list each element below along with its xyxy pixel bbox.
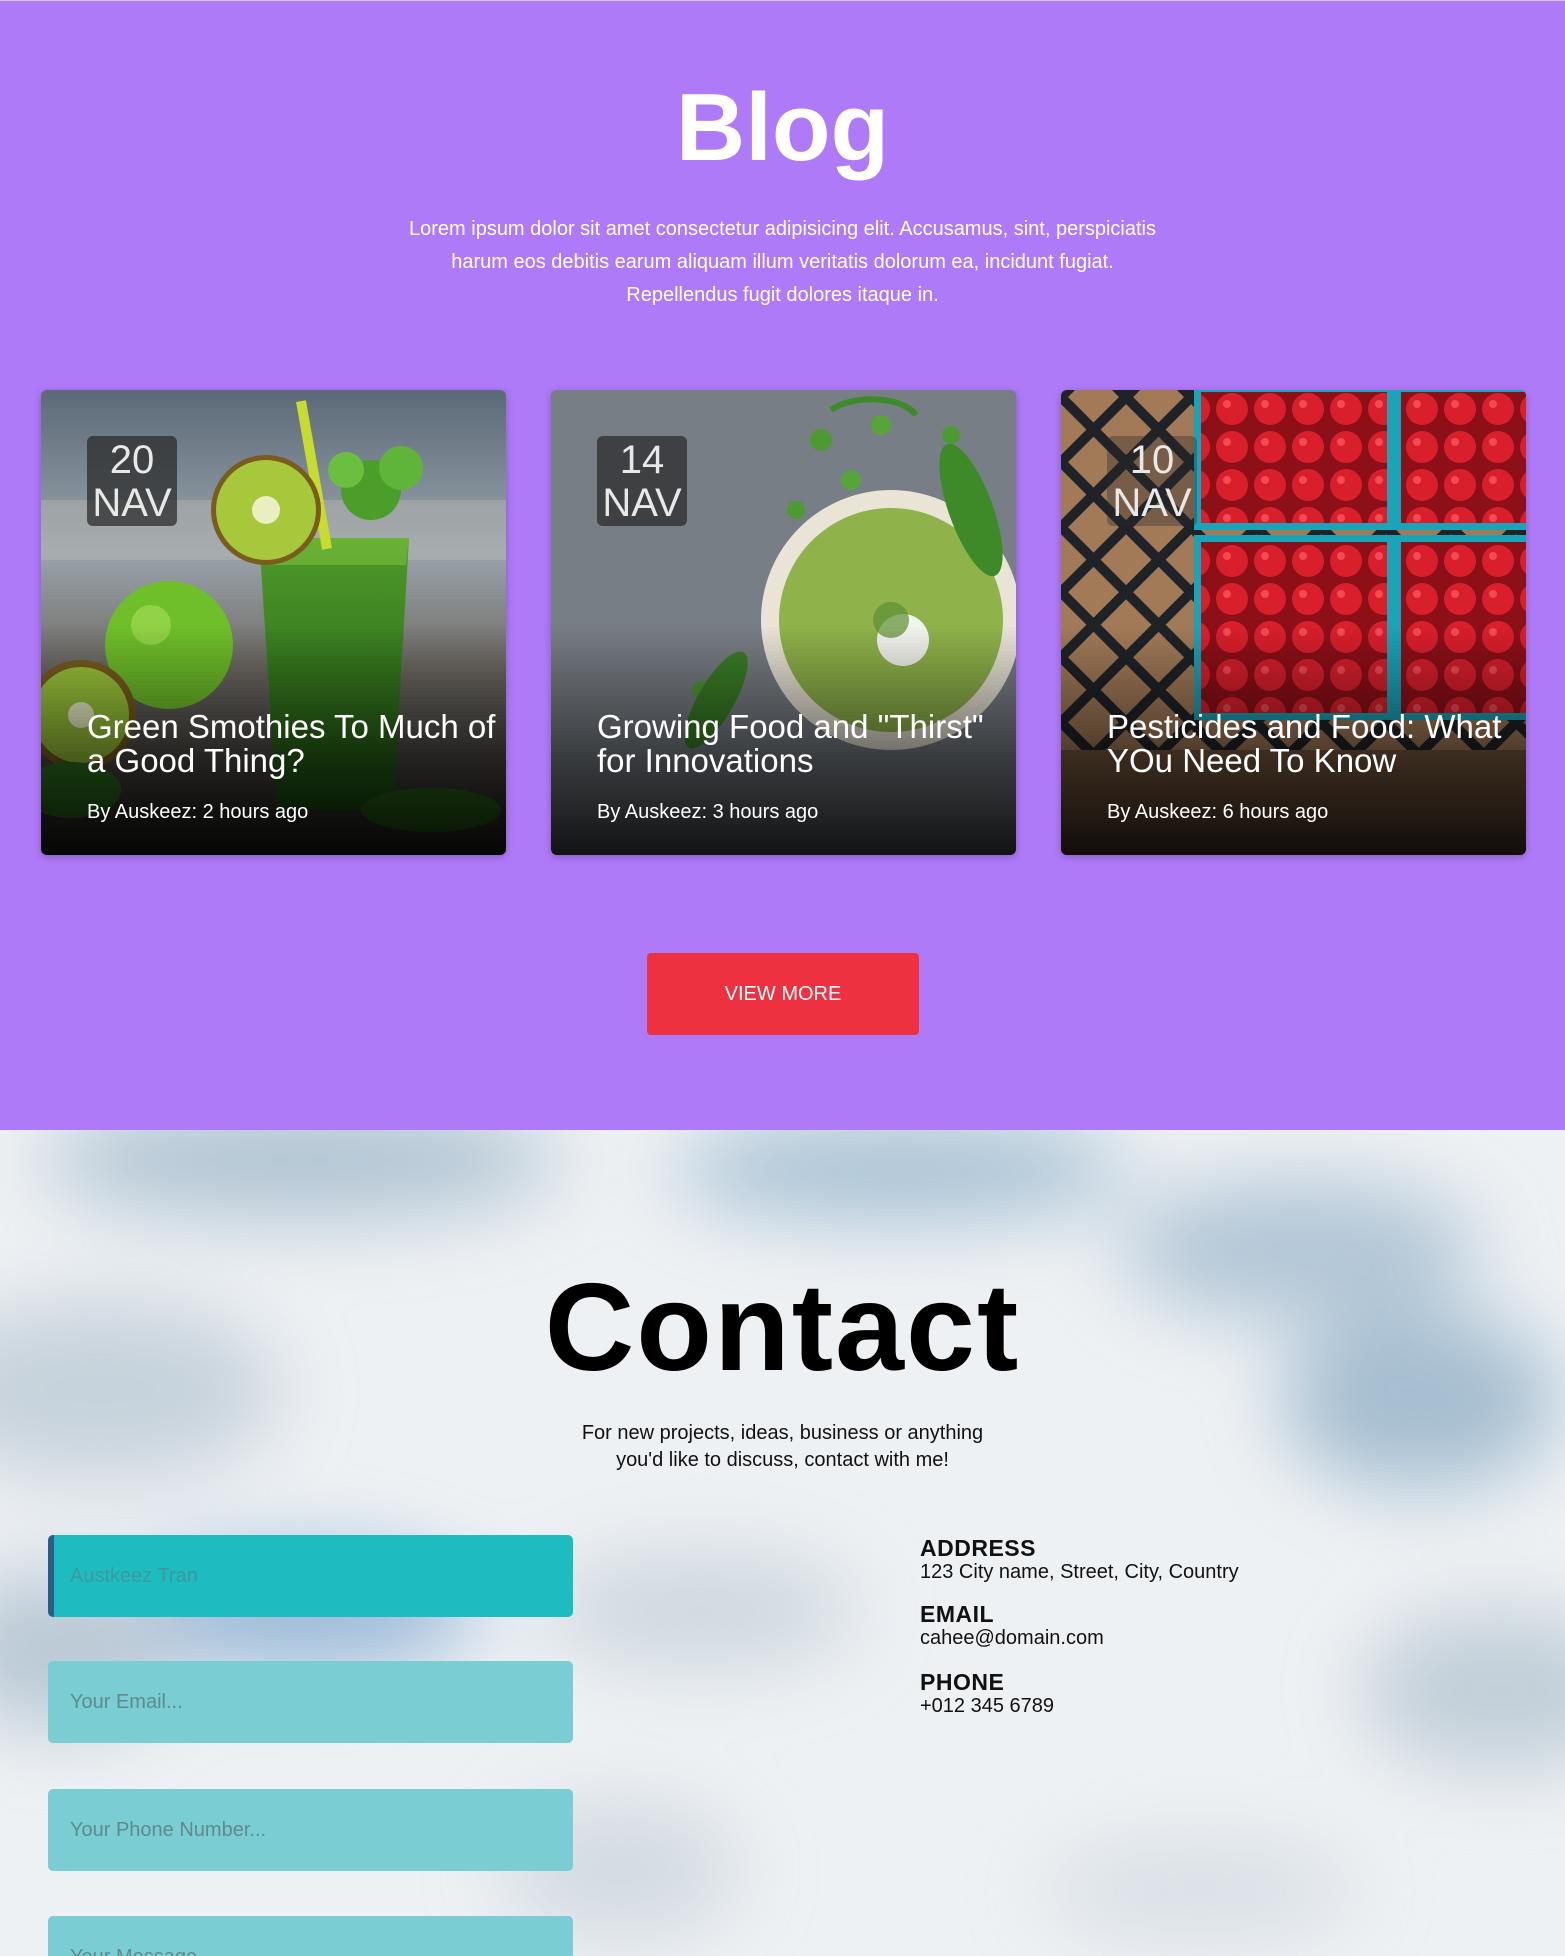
date-day: 14 [619,438,665,482]
blog-card[interactable]: 10 NAV Pesticides and Food: What YOu Nee… [1061,390,1526,855]
address-label: ADDRESS [920,1535,1036,1561]
blog-intro: Lorem ipsum dolor sit amet consectetur a… [409,218,1156,306]
email-field[interactable] [48,1661,573,1743]
message-field[interactable] [48,1916,573,1956]
email-block: EMAIL cahee@domain.com [920,1601,1104,1649]
date-badge: 10 NAV [1107,436,1197,526]
view-more-button[interactable]: VIEW MORE [647,953,919,1035]
email-value[interactable]: cahee@domain.com [920,1627,1104,1649]
date-month: NAV [602,481,682,525]
contact-intro: For new projects, ideas, business or any… [581,1422,984,1471]
post-title[interactable]: Green Smothies To Much of a Good Thing? [87,710,497,778]
post-byline: By Auskeez: 3 hours ago [597,801,819,823]
name-field[interactable] [48,1535,573,1617]
phone-block: PHONE +012 345 6789 [920,1669,1054,1717]
post-title[interactable]: Growing Food and "Thirst" for Innovation… [597,710,1007,778]
email-label: EMAIL [920,1601,995,1627]
date-badge: 14 NAV [597,436,687,526]
phone-label: PHONE [920,1669,1005,1695]
address-block: ADDRESS 123 City name, Street, City, Cou… [920,1535,1239,1583]
contact-section: Contact For new projects, ideas, busines… [0,1130,1565,1956]
contact-title: Contact [544,1259,1021,1397]
blog-section: Blog Lorem ipsum dolor sit amet consecte… [0,0,1565,1130]
date-month: NAV [92,481,172,525]
post-byline: By Auskeez: 6 hours ago [1107,801,1329,823]
blog-card[interactable]: 20 NAV Green Smothies To Much of a Good … [41,390,506,855]
post-byline: By Auskeez: 2 hours ago [87,801,309,823]
blog-title: Blog [675,74,890,181]
post-title[interactable]: Pesticides and Food: What YOu Need To Kn… [1107,710,1517,778]
date-month: NAV [1112,481,1192,525]
address-value: 123 City name, Street, City, Country [920,1561,1239,1583]
date-day: 10 [1129,438,1175,482]
date-day: 20 [109,438,155,482]
blog-card[interactable]: 14 NAV Growing Food and "Thirst" for Inn… [551,390,1016,855]
phone-value[interactable]: +012 345 6789 [920,1695,1054,1717]
phone-field[interactable] [48,1789,573,1871]
date-badge: 20 NAV [87,436,177,526]
